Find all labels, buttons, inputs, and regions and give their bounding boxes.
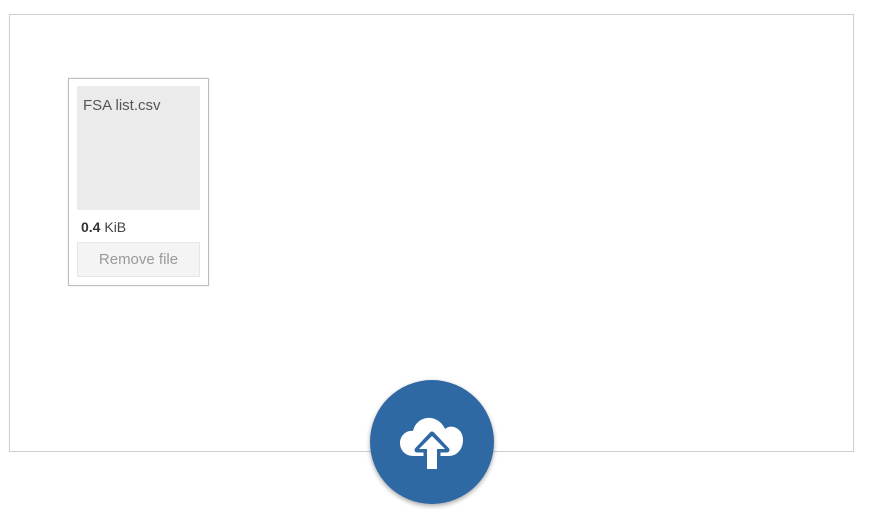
file-thumbnail: FSA list.csv: [77, 86, 200, 210]
file-size-value: 0.4: [81, 219, 101, 235]
remove-file-button[interactable]: Remove file: [77, 242, 200, 277]
file-size: 0.4 KiB: [81, 219, 126, 235]
file-size-unit: KiB: [104, 219, 127, 235]
file-name: FSA list.csv: [83, 97, 161, 114]
upload-page: FSA list.csv 0.4 KiB Remove file: [0, 0, 872, 514]
file-preview-card: FSA list.csv 0.4 KiB Remove file: [68, 78, 209, 286]
upload-button[interactable]: [370, 380, 494, 504]
cloud-upload-icon: [400, 417, 463, 473]
